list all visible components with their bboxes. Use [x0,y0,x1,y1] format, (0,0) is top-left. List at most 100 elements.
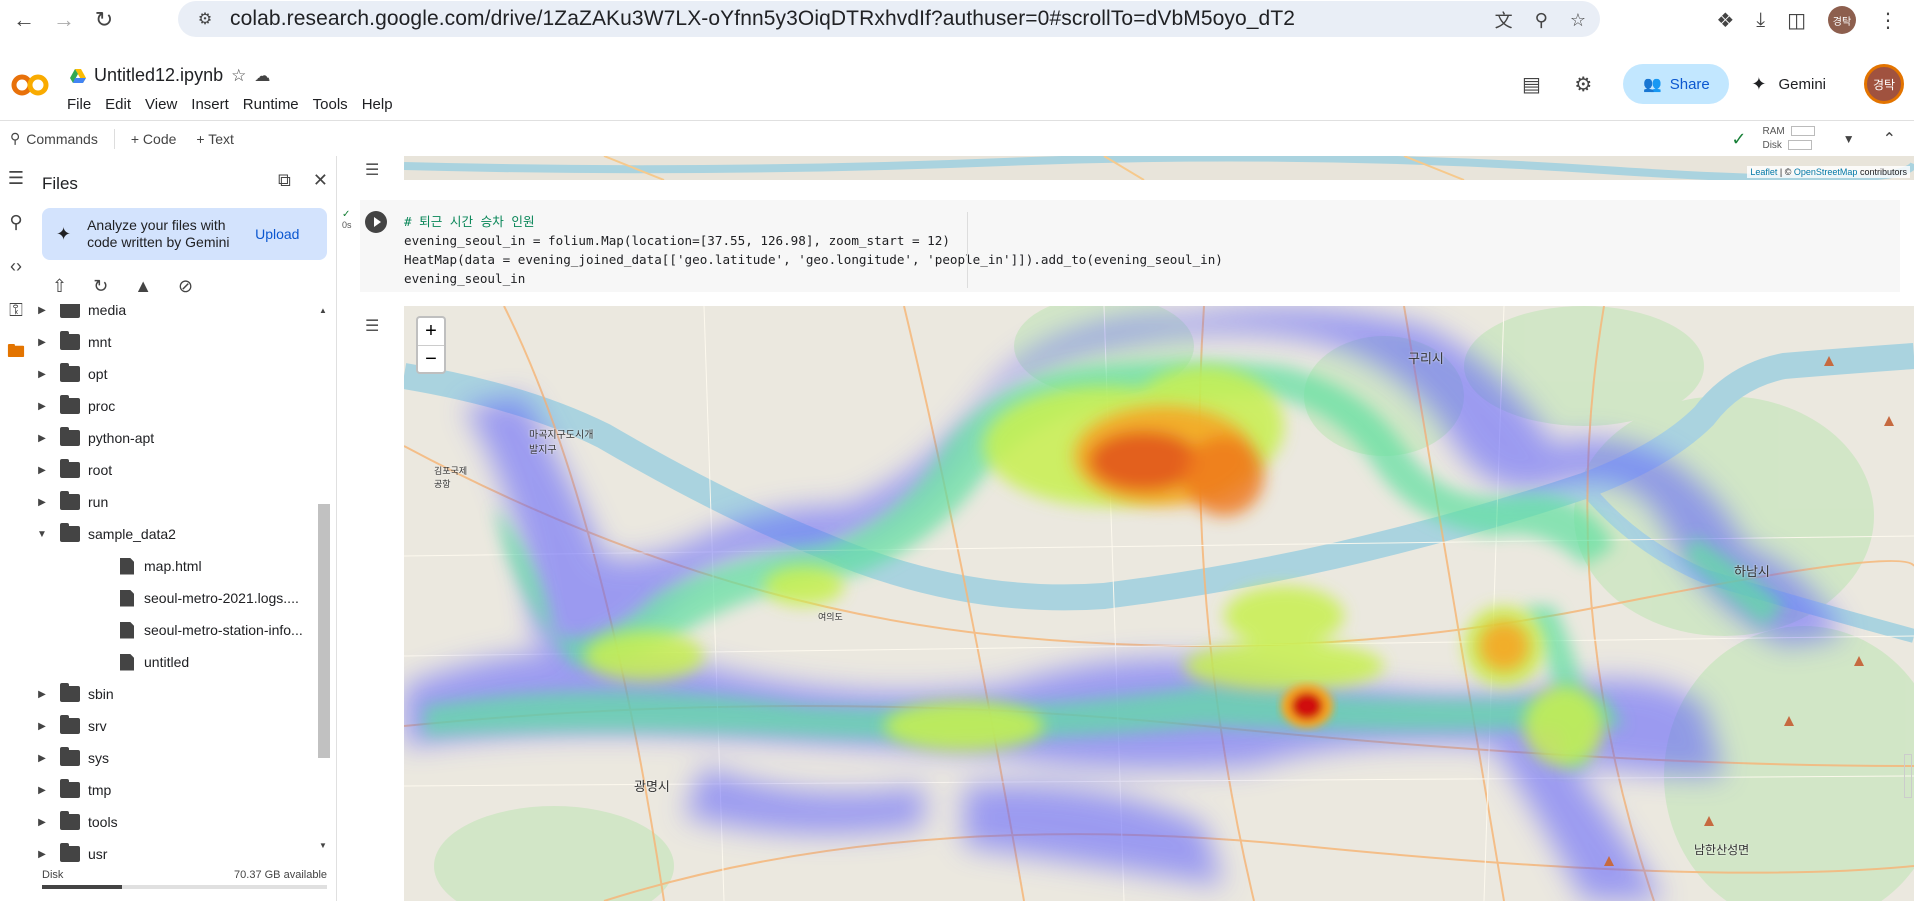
caret-right-icon[interactable]: ▶ [36,433,48,444]
download-icon[interactable]: ⤓ [1756,9,1765,32]
refresh-icon[interactable]: ↻ [93,276,108,297]
output-toggle-icon[interactable]: ☰ [365,160,379,180]
zoom-out-button[interactable]: − [418,345,444,372]
side-panel-icon[interactable]: ◫ [1787,8,1806,33]
user-avatar[interactable]: 경탁 [1864,64,1904,104]
tree-folder-row[interactable]: ▶ opt [32,358,332,390]
menu-runtime[interactable]: Runtime [243,96,299,113]
output-toggle-icon[interactable]: ☰ [365,316,379,336]
files-folder-icon[interactable]: 🖿 [0,332,32,376]
open-in-tab-icon[interactable]: ⧉ [278,170,291,191]
menu-help[interactable]: Help [362,96,393,113]
tree-folder-row[interactable]: ▶ usr [32,838,332,864]
tree-folder-row[interactable]: ▼ sample_data2 [32,518,332,550]
menu-edit[interactable]: Edit [105,96,131,113]
site-settings-icon[interactable]: ⚙ [194,8,216,30]
find-icon[interactable]: ⚲ [0,200,32,244]
secrets-key-icon[interactable]: ⚿ [0,288,32,332]
tree-folder-row[interactable]: ▶ sys [32,742,332,774]
tree-folder-row[interactable]: ▶ sbin [32,678,332,710]
extensions-icon[interactable]: ❖ [1716,8,1734,33]
tree-folder-row[interactable]: ▶ media [32,304,332,326]
heatmap-output[interactable]: 구리시 하남시 광명시 마곡지구도시개발지구 남한산성면 김포국제공항 여의도 … [404,306,1914,901]
reload-icon[interactable]: ↻ [84,0,124,40]
star-icon[interactable]: ☆ [231,66,246,86]
caret-right-icon[interactable]: ▶ [36,369,48,380]
caret-right-icon[interactable]: ▶ [36,497,48,508]
upload-button[interactable]: Upload [255,226,299,242]
code-snippets-icon[interactable]: ‹› [0,244,32,288]
map-label-gwangmyeong: 광명시 [634,779,670,794]
zoom-in-button[interactable]: + [418,318,444,345]
profile-avatar[interactable]: 경탁 [1828,6,1856,34]
scroll-down-icon[interactable]: ▼ [319,841,327,850]
url-text[interactable]: colab.research.google.com/drive/1ZaZAKu3… [230,7,1295,31]
leaflet-link[interactable]: Leaflet [1750,167,1777,177]
forward-arrow-icon[interactable]: → [44,0,84,40]
caret-right-icon[interactable]: ▶ [36,785,48,796]
caret-right-icon[interactable]: ▶ [36,849,48,860]
gemini-button[interactable]: ✦ Gemini [1751,74,1826,95]
tree-folder-row[interactable]: ▶ srv [32,710,332,742]
caret-right-icon[interactable]: ▶ [36,721,48,732]
zoom-icon[interactable]: ⚲ [1535,10,1548,31]
comment-icon[interactable]: ▤ [1519,72,1543,96]
close-icon[interactable]: ✕ [313,170,328,191]
add-code-button[interactable]: + Code [121,131,187,147]
notebook-scrollbar-thumb[interactable] [1904,754,1912,798]
file-tree-scrollbar[interactable]: ▲ ▼ [316,304,330,852]
caret-right-icon[interactable]: ▶ [36,753,48,764]
caret-right-icon[interactable]: ▶ [36,689,48,700]
translate-icon[interactable]: 文 [1495,7,1513,33]
settings-gear-icon[interactable]: ⚙ [1571,72,1595,96]
caret-right-icon[interactable]: ▶ [36,465,48,476]
menu-view[interactable]: View [145,96,177,113]
scroll-up-icon[interactable]: ▲ [319,306,327,315]
scroll-thumb[interactable] [318,504,330,758]
tree-item-label: sys [88,750,109,766]
caret-right-icon[interactable]: ▶ [36,337,48,348]
hide-files-icon[interactable]: ⊘ [178,276,193,297]
tree-folder-row[interactable]: ▶ tools [32,806,332,838]
share-button[interactable]: 👥 Share [1623,64,1730,104]
browser-menu-icon[interactable]: ⋮ [1878,8,1898,33]
add-text-button[interactable]: + Text [186,131,244,147]
caret-down-icon[interactable]: ▼ [36,529,48,540]
colab-logo[interactable] [10,70,50,100]
code-editor[interactable]: # 퇴근 시간 승차 인원 evening_seoul_in = folium.M… [404,212,1223,288]
tree-folder-row[interactable]: ▶ python-apt [32,422,332,454]
menu-insert[interactable]: Insert [191,96,229,113]
cloud-icon[interactable]: ☁ [254,66,270,86]
address-bar[interactable]: ⚙ colab.research.google.com/drive/1ZaZAK… [178,1,1600,37]
caret-right-icon[interactable]: ▶ [36,401,48,412]
tree-folder-row[interactable]: ▶ mnt [32,326,332,358]
tree-folder-row[interactable]: ▶ root [32,454,332,486]
map-label-hanam: 하남시 [1734,564,1770,579]
tree-item-label: seoul-metro-station-info... [144,622,303,638]
runtime-dropdown-icon[interactable]: ▼ [1843,132,1855,146]
tree-folder-row[interactable]: ▶ run [32,486,332,518]
notebook-title[interactable]: Untitled12.ipynb [94,65,223,86]
caret-right-icon[interactable]: ▶ [36,817,48,828]
menu-file[interactable]: File [67,96,91,113]
caret-right-icon[interactable]: ▶ [36,305,48,316]
back-arrow-icon[interactable]: ← [4,0,44,40]
collapse-header-icon[interactable]: ⌃ [1883,129,1896,149]
gemini-label: Gemini [1778,75,1826,93]
bookmark-star-icon[interactable]: ☆ [1570,10,1586,31]
tree-file-row[interactable]: seoul-metro-2021.logs.... [32,582,332,614]
tree-folder-row[interactable]: ▶ tmp [32,774,332,806]
toc-icon[interactable]: ☰ [0,156,32,200]
menu-tools[interactable]: Tools [313,96,348,113]
upload-file-icon[interactable]: ⇧ [52,276,67,297]
osm-link[interactable]: OpenStreetMap [1794,167,1858,177]
resource-monitor[interactable]: RAM Disk [1762,125,1814,153]
run-cell-button[interactable] [365,211,387,233]
tree-file-row[interactable]: map.html [32,550,332,582]
files-panel-title: Files [42,174,78,193]
tree-folder-row[interactable]: ▶ proc [32,390,332,422]
commands-button[interactable]: ⚲ Commands [0,130,108,147]
tree-file-row[interactable]: seoul-metro-station-info... [32,614,332,646]
tree-file-row[interactable]: untitled [32,646,332,678]
mount-drive-icon[interactable]: ▲ [134,276,152,297]
